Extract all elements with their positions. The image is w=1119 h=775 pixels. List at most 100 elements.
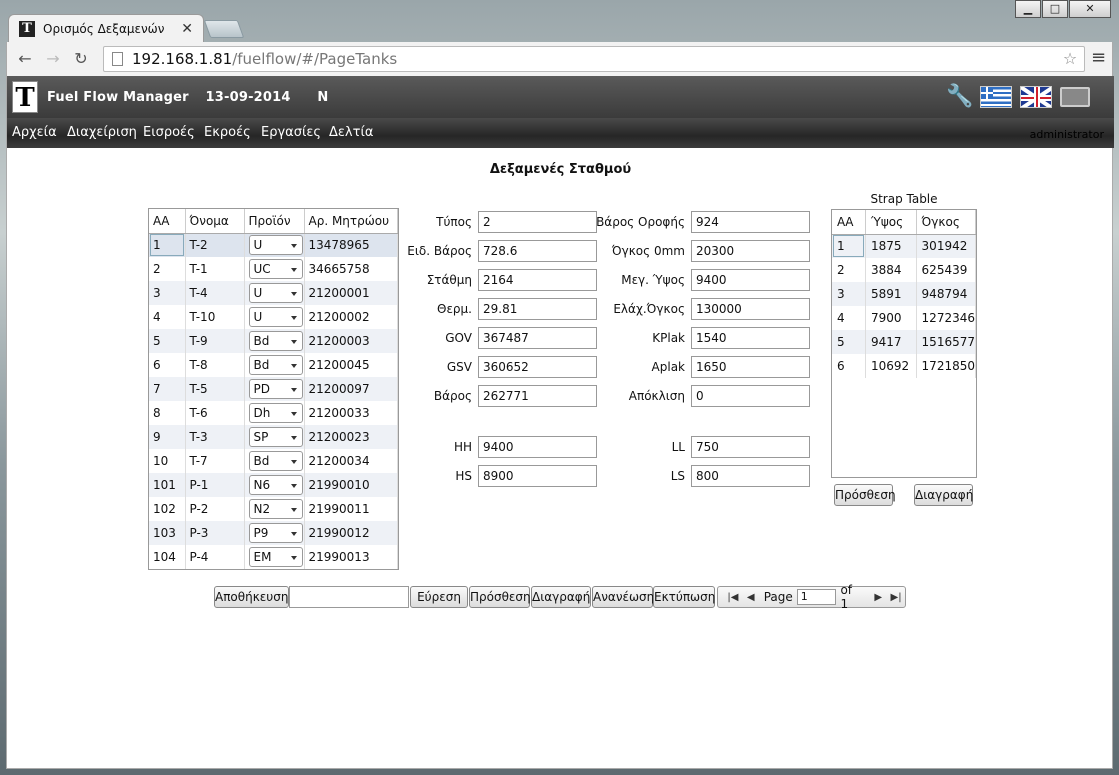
strap-cell-aa[interactable]: 2 (832, 258, 866, 282)
tab-close-icon[interactable]: ✕ (181, 21, 193, 37)
cell-name[interactable]: P-3 (185, 521, 245, 545)
cell-product[interactable]: EM (244, 545, 305, 569)
product-select[interactable]: U (248, 283, 303, 303)
cell-name[interactable]: T-5 (185, 377, 245, 401)
right-field-input-1[interactable]: 20300 (691, 240, 810, 262)
strap-cell-height[interactable]: 10692 (865, 354, 917, 378)
cell-aa[interactable]: 101 (149, 473, 186, 497)
cell-aa[interactable]: 7 (149, 377, 186, 401)
uk-flag-icon[interactable] (1020, 86, 1052, 108)
menu-item-reports[interactable]: Δελτία (329, 125, 373, 140)
strap-table[interactable]: ΑΑ Ύψος Όγκος 1 1875 301942 2 3884 625439 3 589… (831, 209, 977, 478)
cell-name[interactable]: T-8 (185, 353, 245, 377)
cell-aa[interactable]: 104 (149, 545, 186, 569)
menu-item-inflows[interactable]: Εισροές (143, 125, 195, 140)
cell-product[interactable]: Bd (244, 449, 305, 473)
alarm-right-input-0[interactable]: 750 (691, 436, 810, 458)
strap-column-volume[interactable]: Όγκος (916, 210, 977, 235)
cell-name[interactable]: P-2 (185, 497, 245, 521)
first-page-icon[interactable]: |◀ (724, 592, 742, 603)
cell-registry[interactable]: 21990013 (304, 545, 398, 569)
cell-name[interactable]: T-6 (185, 401, 245, 425)
right-field-input-0[interactable]: 924 (691, 211, 810, 233)
bookmark-star-icon[interactable]: ☆ (1056, 47, 1084, 71)
browser-menu-icon[interactable]: ≡ (1091, 48, 1109, 70)
table-row[interactable]: 8 T-6 Dh 21200033 (149, 401, 398, 425)
cell-product[interactable]: U (244, 233, 305, 257)
table-row[interactable]: 102 P-2 N2 21990011 (149, 497, 398, 521)
product-select[interactable]: N6 (248, 475, 303, 495)
product-select[interactable]: UC (248, 259, 303, 279)
right-field-input-4[interactable]: 1540 (691, 327, 810, 349)
cell-name[interactable]: T-10 (185, 305, 245, 329)
table-row[interactable]: 103 P-3 P9 21990012 (149, 521, 398, 545)
table-row[interactable]: 104 P-4 EM 21990013 (149, 545, 398, 569)
page-number-input[interactable]: 1 (796, 589, 837, 605)
next-page-icon[interactable]: ▶ (869, 592, 887, 603)
strap-row[interactable]: 5 9417 1516577 (832, 330, 977, 354)
strap-cell-aa[interactable]: 3 (832, 282, 866, 306)
new-tab-button[interactable] (203, 20, 245, 38)
strap-cell-height[interactable]: 3884 (865, 258, 917, 282)
product-select[interactable]: Bd (248, 451, 303, 471)
cell-aa[interactable]: 3 (149, 281, 186, 305)
strap-cell-volume[interactable]: 625439 (916, 258, 977, 282)
forward-arrow-icon[interactable]: → (41, 48, 65, 70)
cell-name[interactable]: T-4 (185, 281, 245, 305)
strap-column-height[interactable]: Ύψος (865, 210, 917, 235)
strap-cell-aa[interactable]: 1 (832, 234, 866, 258)
cell-registry[interactable]: 21990012 (304, 521, 398, 545)
menu-item-management[interactable]: Διαχείριση (67, 125, 137, 140)
strap-cell-volume[interactable]: 1721850 (916, 354, 977, 378)
right-field-input-2[interactable]: 9400 (691, 269, 810, 291)
cell-product[interactable]: N6 (244, 473, 305, 497)
cell-aa[interactable]: 102 (149, 497, 186, 521)
cell-name[interactable]: T-7 (185, 449, 245, 473)
right-field-input-6[interactable]: 0 (691, 385, 810, 407)
cell-aa[interactable]: 2 (149, 257, 186, 281)
strap-row[interactable]: 6 10692 1721850 (832, 354, 977, 378)
column-header-aa[interactable]: ΑΑ (149, 209, 186, 234)
strap-column-aa[interactable]: ΑΑ (832, 210, 866, 235)
strap-cell-height[interactable]: 9417 (865, 330, 917, 354)
strap-row[interactable]: 3 5891 948794 (832, 282, 977, 306)
cell-aa[interactable]: 4 (149, 305, 186, 329)
cell-aa[interactable]: 103 (149, 521, 186, 545)
product-select[interactable]: Bd (248, 355, 303, 375)
cell-name[interactable]: T-2 (185, 233, 245, 257)
cell-name[interactable]: P-4 (185, 545, 245, 569)
add-button[interactable]: Πρόσθεση (469, 586, 531, 608)
print-button[interactable]: Εκτύπωση (653, 586, 715, 608)
cell-name[interactable]: P-1 (185, 473, 245, 497)
cell-aa[interactable]: 1 (149, 233, 186, 257)
strap-cell-aa[interactable]: 4 (832, 306, 866, 330)
cell-product[interactable]: PD (244, 377, 305, 401)
close-window-button[interactable]: ✕ (1069, 0, 1111, 18)
column-header-product[interactable]: Προϊόν (244, 209, 305, 234)
strap-cell-volume[interactable]: 1272346 (916, 306, 977, 330)
strap-cell-volume[interactable]: 301942 (916, 234, 977, 258)
cell-product[interactable]: Bd (244, 353, 305, 377)
menu-item-tasks[interactable]: Εργασίες (261, 125, 321, 140)
cell-aa[interactable]: 10 (149, 449, 186, 473)
strap-row[interactable]: 4 7900 1272346 (832, 306, 977, 330)
cell-aa[interactable]: 8 (149, 401, 186, 425)
product-select[interactable]: Bd (248, 331, 303, 351)
menu-item-outflows[interactable]: Εκροές (204, 125, 251, 140)
cell-product[interactable]: Dh (244, 401, 305, 425)
strap-cell-volume[interactable]: 1516577 (916, 330, 977, 354)
strap-cell-aa[interactable]: 5 (832, 330, 866, 354)
maximize-button[interactable]: □ (1042, 0, 1068, 18)
strap-cell-aa[interactable]: 6 (832, 354, 866, 378)
minimize-button[interactable]: ▁ (1015, 0, 1041, 18)
cell-product[interactable]: U (244, 281, 305, 305)
strap-cell-height[interactable]: 1875 (865, 234, 917, 258)
cell-product[interactable]: P9 (244, 521, 305, 545)
strap-delete-button[interactable]: Διαγραφή (914, 484, 973, 506)
reload-icon[interactable]: ↻ (69, 48, 93, 70)
find-button[interactable]: Εύρεση (410, 586, 468, 608)
strap-row[interactable]: 1 1875 301942 (832, 234, 977, 258)
product-select[interactable]: U (248, 235, 303, 256)
delete-button[interactable]: Διαγραφή (531, 586, 591, 608)
product-select[interactable]: U (248, 307, 303, 327)
